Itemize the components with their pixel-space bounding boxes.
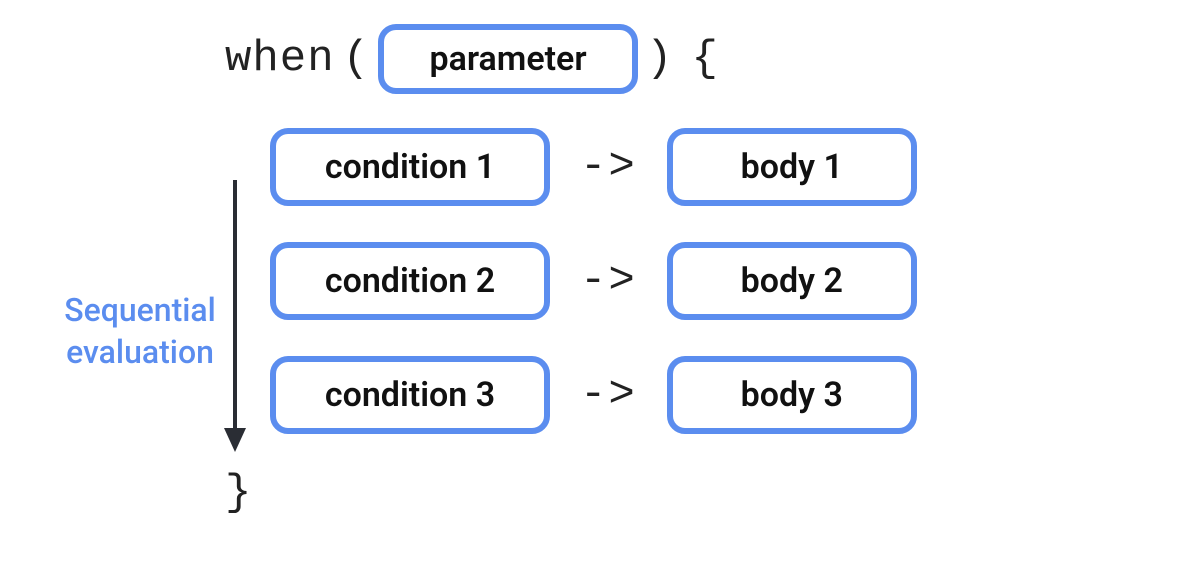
open-brace: { (691, 34, 718, 84)
close-paren: ) (646, 34, 673, 84)
branch-row: condition 3 -> body 3 (270, 350, 1140, 440)
condition-pill: condition 3 (270, 356, 550, 434)
close-brace: } (225, 468, 252, 518)
branch-row: condition 1 -> body 1 (270, 122, 1140, 212)
body-pill: body 1 (667, 128, 917, 206)
parameter-pill: parameter (378, 24, 638, 94)
close-brace-line: } (225, 468, 1140, 518)
open-paren: ( (343, 34, 370, 84)
condition-pill: condition 1 (270, 128, 550, 206)
arrow-symbol: -> (580, 370, 637, 420)
body-pill: body 2 (667, 242, 917, 320)
header-line: when ( parameter ) { (225, 20, 1140, 98)
arrow-symbol: -> (580, 256, 637, 306)
sequential-evaluation-label: Sequential evaluation (40, 290, 240, 373)
arrow-symbol: -> (580, 142, 637, 192)
body-pill: body 3 (667, 356, 917, 434)
down-arrow-icon (220, 176, 250, 452)
branch-row: condition 2 -> body 2 (270, 236, 1140, 326)
keyword-when: when (225, 34, 335, 84)
condition-pill: condition 2 (270, 242, 550, 320)
when-diagram: when ( parameter ) { condition 1 -> body… (40, 20, 1140, 518)
